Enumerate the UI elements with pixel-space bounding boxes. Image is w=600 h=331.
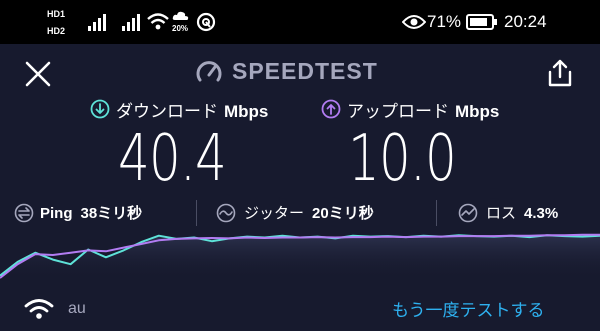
wifi-icon <box>24 299 54 319</box>
download-value: 40.4 <box>118 122 227 196</box>
download-icon <box>90 99 110 119</box>
cloud-icon <box>172 11 189 20</box>
jitter-label: ジッター <box>244 204 305 222</box>
download-label-text: ダウンロード <box>116 102 218 122</box>
loss-value: 4.3% <box>524 205 559 222</box>
upload-label: アップロード Mbps <box>347 97 499 122</box>
app-title: SPEEDTEST <box>232 58 378 84</box>
upload-icon <box>321 99 341 119</box>
loss-label: ロス <box>486 204 517 222</box>
upload-value: 10.0 <box>348 122 457 196</box>
jitter-value: 20ミリ秒 <box>312 205 374 222</box>
ping-metric: Ping 38ミリ秒 <box>40 202 142 223</box>
download-label: ダウンロード Mbps <box>116 97 268 122</box>
wifi-icon <box>147 13 169 30</box>
download-unit: Mbps <box>224 102 269 121</box>
battery-icon <box>466 14 497 30</box>
speed-graph <box>0 233 600 280</box>
upload-label-text: アップロード <box>347 102 449 122</box>
signal-icon <box>122 14 140 31</box>
divider <box>196 200 197 226</box>
battery-percent: 71% <box>427 12 462 31</box>
signal-icon <box>88 14 106 31</box>
loss-metric: ロス 4.3% <box>486 202 558 223</box>
sim1-label: HD1 <box>47 9 66 19</box>
graph-area <box>0 235 600 280</box>
sim2-label: HD2 <box>47 26 66 36</box>
ping-value: 38ミリ秒 <box>80 205 143 222</box>
status-time: 20:24 <box>504 12 547 31</box>
wifi-speed-text: 20% <box>172 24 189 33</box>
carrier-name: au <box>68 300 86 317</box>
ping-label: Ping <box>40 205 73 222</box>
ping-icon <box>14 203 34 223</box>
speedtest-logo-icon <box>196 61 222 82</box>
divider <box>436 200 437 226</box>
jitter-icon <box>216 203 236 223</box>
share-icon[interactable] <box>546 58 574 88</box>
close-icon[interactable] <box>24 60 52 88</box>
eye-icon <box>402 15 426 29</box>
speedometer-icon <box>196 12 216 32</box>
jitter-metric: ジッター 20ミリ秒 <box>244 202 374 223</box>
status-bar: HD1 HD2 20% 71% 20:24 <box>0 0 600 44</box>
packet-loss-icon <box>458 203 478 223</box>
retest-button[interactable]: もう一度テストする <box>392 296 545 321</box>
upload-unit: Mbps <box>455 102 500 121</box>
